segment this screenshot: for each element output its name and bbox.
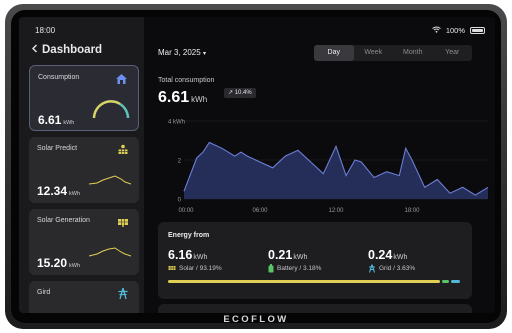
grid-tower-icon	[368, 264, 376, 273]
tab-day[interactable]: Day	[314, 45, 354, 61]
total-value: 6.61 kWh	[158, 89, 208, 106]
solar-panel-icon	[117, 143, 129, 161]
card-title: Gird	[37, 289, 51, 296]
source-label-row: Battery / 3.18%	[268, 264, 321, 273]
source-label: Grid / 3.63%	[379, 265, 416, 272]
card-value: 12.34 kWh	[37, 184, 81, 198]
battery-status-icon	[470, 27, 485, 34]
caret-down-icon: ▾	[202, 51, 206, 57]
total-label: Total consumption	[158, 77, 215, 84]
y-tick-label: 4 kWh	[168, 120, 185, 126]
change-badge: ↗ 10.4%	[224, 88, 256, 98]
share-segment	[441, 280, 450, 283]
area-fill	[184, 142, 488, 199]
brand-logo: ECOFLOW	[223, 314, 289, 325]
source-battery: 0.21kWh Battery / 3.18%	[268, 248, 321, 273]
card-title: Solar Generation	[37, 217, 90, 224]
main-panel: 100% Mar 3, 2025 ▾ Day Week Month Year T…	[144, 17, 495, 313]
solar-panel-icon	[117, 215, 129, 233]
next-card	[158, 304, 472, 313]
card-solar-generation[interactable]: Solar Generation 15.20 kWh	[29, 209, 139, 275]
back-button[interactable]: Dashboard	[31, 44, 102, 56]
source-value: 0.24kWh	[368, 248, 408, 262]
source-label-row: Grid / 3.63%	[368, 264, 415, 273]
consumption-chart: 4 kWh 2 0 00:00 06:00 12:00 18:00	[168, 120, 489, 214]
chevron-left-icon	[31, 44, 38, 56]
share-segment	[168, 280, 440, 283]
status-bar: 100%	[432, 26, 485, 35]
grid-tower-icon	[117, 287, 129, 305]
tab-year[interactable]: Year	[433, 45, 473, 61]
energy-from-card: Energy from 6.16kWh Solar / 93.19% 0.21k…	[158, 222, 472, 299]
y-tick-label: 0	[178, 198, 182, 204]
x-tick-label: 18:00	[404, 208, 420, 214]
share-segment	[451, 280, 460, 283]
solar-generation-sparkline	[89, 247, 131, 257]
source-label-row: Solar / 93.19%	[168, 264, 222, 272]
source-label: Solar / 93.19%	[179, 264, 222, 272]
sidebar: 18:00 Dashboard Consumption 6.61 kWh Sola…	[19, 17, 144, 313]
tab-month[interactable]: Month	[393, 45, 433, 61]
period-tabs: Day Week Month Year	[314, 45, 472, 61]
card-value: 15.20 kWh	[37, 256, 81, 270]
card-gird[interactable]: Gird	[29, 281, 139, 313]
consumption-gauge	[92, 99, 130, 119]
status-time: 18:00	[35, 26, 56, 35]
tab-week[interactable]: Week	[354, 45, 394, 61]
screen: 18:00 Dashboard Consumption 6.61 kWh Sola…	[19, 17, 495, 313]
date-picker[interactable]: Mar 3, 2025 ▾	[158, 48, 206, 57]
energy-title: Energy from	[168, 232, 210, 239]
solar-panel-icon	[168, 266, 176, 270]
y-tick-label: 2	[178, 159, 182, 165]
battery-icon	[268, 264, 274, 273]
solar-predict-sparkline	[89, 175, 131, 185]
card-consumption[interactable]: Consumption 6.61 kWh	[29, 65, 139, 131]
card-value: 6.61 kWh	[38, 113, 75, 127]
x-tick-label: 06:00	[252, 208, 268, 214]
home-icon	[115, 72, 128, 90]
card-title: Consumption	[38, 74, 80, 81]
source-label: Battery / 3.18%	[277, 265, 322, 272]
wifi-icon	[432, 26, 441, 35]
source-value: 0.21kWh	[268, 248, 308, 262]
source-grid: 0.24kWh Grid / 3.63%	[368, 248, 415, 273]
x-tick-label: 00:00	[178, 208, 194, 214]
x-tick-label: 12:00	[328, 208, 344, 214]
page-title: Dashboard	[42, 44, 103, 56]
source-value: 6.16kWh	[168, 248, 208, 262]
card-title: Solar Predict	[37, 145, 78, 152]
battery-level: 100%	[445, 26, 465, 35]
source-solar: 6.16kWh Solar / 93.19%	[168, 248, 222, 272]
card-solar-predict[interactable]: Solar Predict 12.34 kWh	[29, 137, 139, 203]
